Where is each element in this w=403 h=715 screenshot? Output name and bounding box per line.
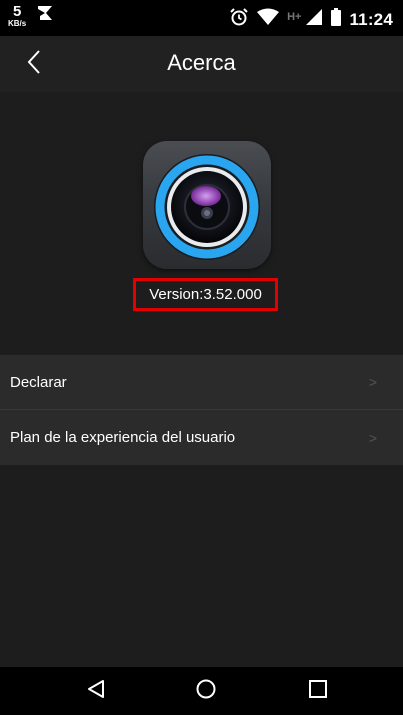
network-speed-unit: KB/s [8, 19, 27, 28]
battery-icon [331, 8, 342, 31]
nav-home-button[interactable] [176, 667, 236, 715]
menu-item-label: Declarar [10, 373, 67, 391]
menu-item-declarar[interactable]: Declarar > [0, 355, 403, 410]
about-screen: 5 KB/s H+ 11:24 Acerca Version:3.52.000 … [0, 0, 403, 715]
network-speed-value: 5 [12, 3, 22, 20]
home-circle-icon [195, 678, 217, 705]
page-title: Acerca [167, 50, 236, 75]
notification-flag-icon [36, 4, 56, 27]
version-label: Version:3.52.000 [149, 286, 262, 303]
system-navigation-bar [0, 667, 403, 715]
version-highlight-box: Version:3.52.000 [133, 278, 278, 311]
status-time: 11:24 [349, 9, 393, 29]
recents-square-icon [308, 679, 328, 704]
menu-item-user-experience-plan[interactable]: Plan de la experiencia del usuario > [0, 410, 403, 465]
status-left: 5 KB/s [8, 4, 56, 28]
alarm-icon [229, 7, 249, 32]
chevron-right-icon: > [368, 429, 377, 446]
camera-lens-icon [143, 154, 271, 273]
status-right: H+ 11:24 [229, 7, 393, 32]
header-bar: Acerca [0, 36, 403, 92]
nav-back-button[interactable] [66, 667, 126, 715]
network-speed-indicator: 5 KB/s [8, 4, 26, 28]
menu-item-label: Plan de la experiencia del usuario [10, 429, 236, 446]
chevron-right-icon: > [368, 374, 377, 390]
nav-recents-button[interactable] [288, 667, 348, 715]
network-type-label: H+ [287, 10, 302, 23]
about-menu-list: Declarar > Plan de la experiencia del us… [0, 355, 403, 465]
status-bar: 5 KB/s H+ 11:24 [0, 0, 403, 36]
back-triangle-icon [86, 679, 106, 704]
signal-icon [305, 8, 323, 31]
wifi-icon [257, 8, 280, 31]
app-logo [143, 141, 271, 269]
